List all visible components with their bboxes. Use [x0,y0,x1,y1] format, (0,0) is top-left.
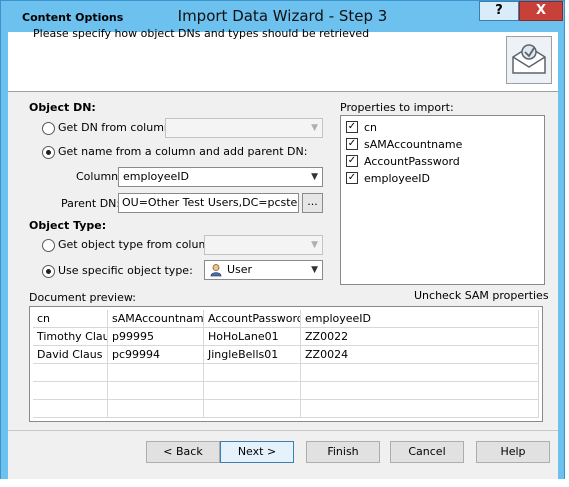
preview-empty-cell [33,400,108,418]
title-close-button[interactable]: X [519,1,563,21]
radio-type-from-column-label[interactable]: Get object type from column: [58,238,220,251]
preview-empty-cell [204,382,301,400]
property-label-samaccountname[interactable]: sAMAccountname [364,138,462,151]
preview-cell: David Claus [33,346,108,364]
property-checkbox-employeeid[interactable]: ✓ [346,172,358,184]
dn-column-combo[interactable]: ▼ [165,118,323,138]
browse-parent-dn-button[interactable]: ... [302,193,323,213]
preview-empty-cell [301,364,539,382]
preview-cell: p99995 [108,328,204,346]
properties-label: Properties to import: [340,101,454,114]
preview-empty-cell [204,400,301,418]
background-strip [0,479,569,487]
back-button[interactable]: < Back [146,441,220,463]
radio-name-plus-parent[interactable] [42,146,55,159]
type-column-combo[interactable]: ▼ [204,235,323,255]
chevron-down-icon: ▼ [311,123,318,133]
preview-empty-cell [33,382,108,400]
preview-cell: pc99994 [108,346,204,364]
preview-header-cell[interactable]: employeeID [301,310,539,328]
column-combo[interactable]: employeeID ▼ [118,167,323,187]
uncheck-sam-link[interactable]: Uncheck SAM properties [414,289,549,302]
parent-dn-field[interactable]: OU=Other Test Users,DC=pcstest, [118,193,299,213]
preview-empty-cell [108,382,204,400]
header-title: Content Options [22,11,124,24]
chevron-down-icon: ▼ [311,240,318,250]
preview-empty-cell [108,364,204,382]
document-preview-label: Document preview: [29,291,136,304]
column-label: Column: [76,170,122,183]
preview-cell: HoHoLane01 [204,328,301,346]
preview-empty-cell [108,400,204,418]
preview-cell: ZZ0024 [301,346,539,364]
object-type-value: User [227,263,253,276]
radio-dn-from-column[interactable] [42,122,55,135]
chevron-down-icon: ▼ [311,172,318,182]
object-type-combo[interactable]: User ▼ [204,260,323,280]
property-label-cn[interactable]: cn [364,121,377,134]
preview-empty-cell [301,400,539,418]
cancel-button[interactable]: Cancel [390,441,464,463]
next-button[interactable]: Next > [220,441,294,463]
object-type-heading: Object Type: [29,219,107,232]
preview-cell: ZZ0022 [301,328,539,346]
preview-header-cell[interactable]: AccountPassword [204,310,301,328]
property-label-employeeid[interactable]: employeeID [364,172,430,185]
finish-button[interactable]: Finish [306,441,380,463]
user-icon [210,264,222,277]
property-checkbox-samaccountname[interactable]: ✓ [346,138,358,150]
footer-divider [8,430,558,431]
preview-cell: Timothy Claus [33,328,108,346]
radio-dn-from-column-label[interactable]: Get DN from column: [58,121,175,134]
title-help-button[interactable]: ? [479,1,519,21]
radio-specific-type[interactable] [42,265,55,278]
object-dn-heading: Object DN: [29,101,96,114]
radio-specific-type-label[interactable]: Use specific object type: [58,264,193,277]
preview-header-cell[interactable]: cn [33,310,108,328]
parent-dn-label: Parent DN: [61,197,121,210]
radio-name-plus-parent-label[interactable]: Get name from a column and add parent DN… [58,145,307,158]
wizard-logo-icon [506,36,552,84]
property-label-accountpassword[interactable]: AccountPassword [364,155,460,168]
preview-empty-cell [33,364,108,382]
wizard-header [8,32,558,92]
radio-type-from-column[interactable] [42,239,55,252]
preview-empty-cell [204,364,301,382]
preview-cell: JingleBells01 [204,346,301,364]
preview-empty-cell [301,382,539,400]
property-checkbox-accountpassword[interactable]: ✓ [346,155,358,167]
chevron-down-icon: ▼ [311,265,318,275]
document-preview-grid[interactable]: cn sAMAccountname AccountPassword employ… [29,306,543,422]
preview-header-cell[interactable]: sAMAccountname [108,310,204,328]
header-subtitle: Please specify how object DNs and types … [33,27,370,40]
help-button[interactable]: Help [476,441,550,463]
property-checkbox-cn[interactable]: ✓ [346,121,358,133]
column-combo-value: employeeID [123,170,190,183]
